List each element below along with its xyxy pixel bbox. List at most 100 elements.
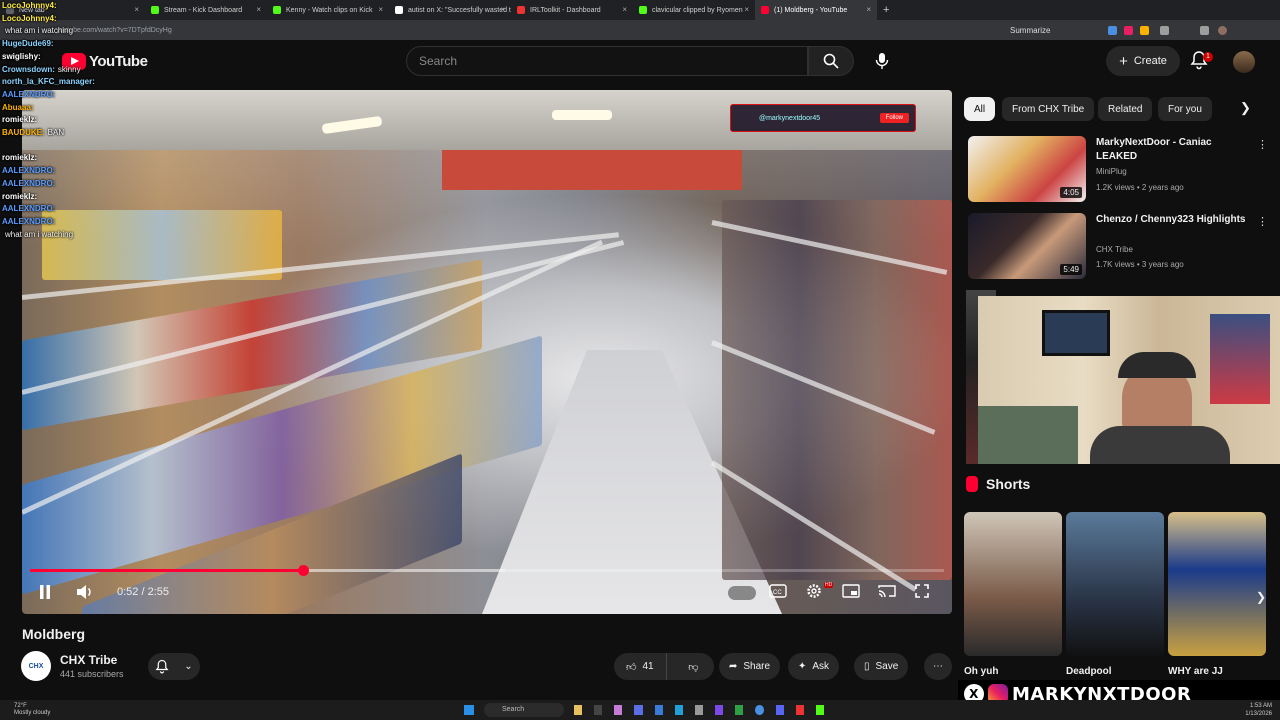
extension-icon[interactable] <box>1200 26 1209 35</box>
tiktok-overlay: @markynextdoor45 Follow <box>730 104 916 132</box>
file-explorer-icon[interactable] <box>574 705 583 715</box>
video-duration: 5:49 <box>1060 264 1082 275</box>
ask-label: Ask <box>812 661 830 672</box>
share-label: Share <box>743 661 771 672</box>
chat-message: AALEXNDRO: <box>2 203 202 216</box>
app-icon[interactable] <box>735 705 744 715</box>
subscription-bell-button[interactable]: ⌄ <box>148 653 200 680</box>
video-title-link[interactable]: MarkyNextDoor - Caniac LEAKED <box>1096 136 1246 164</box>
short-title[interactable]: Oh yuh <box>964 666 998 677</box>
chevron-right-icon[interactable]: ❯ <box>1240 100 1251 116</box>
close-tab-icon[interactable]: × <box>378 5 383 14</box>
filter-chip[interactable]: All <box>964 97 996 121</box>
settings-button[interactable] <box>806 583 822 602</box>
video-thumbnail[interactable]: 4:05 <box>968 136 1086 202</box>
channel-avatar[interactable]: CHX <box>21 651 51 681</box>
volume-button[interactable] <box>76 584 94 603</box>
chat-username: Crownsdown: <box>2 64 55 74</box>
more-actions-button[interactable]: ⋯ <box>924 653 952 680</box>
windows-start-icon[interactable] <box>464 705 474 715</box>
filter-chip[interactable]: For you <box>1158 97 1212 121</box>
account-avatar[interactable] <box>1233 51 1255 73</box>
app-icon[interactable] <box>634 705 643 715</box>
ask-button[interactable]: ✦ Ask <box>788 653 840 680</box>
search-icon <box>823 53 839 69</box>
shorts-icon <box>966 476 978 492</box>
autoplay-toggle[interactable] <box>728 586 756 600</box>
like-button[interactable]: 👍︎ 41 <box>614 653 667 680</box>
channel-name[interactable]: CHX Tribe <box>60 653 117 667</box>
filter-chip[interactable]: From CHX Tribe <box>1002 97 1095 121</box>
profile-icon[interactable] <box>1218 26 1227 35</box>
video-channel[interactable]: MiniPlug <box>1096 167 1127 176</box>
extension-icon[interactable] <box>1124 26 1133 35</box>
extension-icon[interactable] <box>1108 26 1117 35</box>
weather-widget[interactable]: 72°F Mostly cloudy <box>14 703 50 717</box>
kick-icon[interactable] <box>815 705 825 715</box>
current-time: 0:52 <box>117 586 139 598</box>
browser-tab[interactable]: IRLToolkit - Dashboard × <box>511 0 633 20</box>
app-icon[interactable] <box>614 705 623 715</box>
desk-items <box>978 406 1078 464</box>
discord-icon[interactable] <box>775 705 784 715</box>
browser-tab[interactable]: clavicular clipped by Ryomen × <box>633 0 755 20</box>
miniplayer-button[interactable] <box>842 584 860 601</box>
close-tab-icon[interactable]: × <box>744 5 749 14</box>
close-tab-icon[interactable]: × <box>500 5 505 14</box>
short-thumbnail[interactable] <box>1168 512 1266 656</box>
app-icon[interactable] <box>654 705 663 715</box>
captions-button[interactable]: CC <box>769 584 787 601</box>
extension-icon[interactable] <box>1140 26 1149 35</box>
more-vert-icon[interactable]: ⋮ <box>1257 215 1268 228</box>
cast-button[interactable] <box>878 584 896 601</box>
edge-icon[interactable] <box>674 705 683 715</box>
chevron-right-icon[interactable]: ❯ <box>1256 590 1266 604</box>
played-bar <box>30 569 304 572</box>
app-icon[interactable] <box>795 705 804 715</box>
app-icon[interactable] <box>715 705 724 715</box>
browser-tab[interactable]: Kenny - Watch clips on Kick × <box>267 0 389 20</box>
short-title[interactable]: WHY are JJ <box>1168 666 1223 677</box>
video-thumbnail[interactable]: 5:49 <box>968 213 1086 279</box>
fullscreen-button[interactable] <box>915 584 929 601</box>
chrome-icon[interactable] <box>755 705 764 715</box>
browser-tab[interactable]: autist on X: "Succesfully wasted th × <box>389 0 511 20</box>
taskbar-search[interactable]: Search <box>484 703 564 717</box>
short-thumbnail[interactable] <box>1066 512 1164 656</box>
save-button[interactable]: ▯ Save <box>854 653 909 680</box>
filter-chip[interactable]: Related <box>1098 97 1153 121</box>
chat-message: BAUDUKE: BAN <box>2 127 202 140</box>
tab-favicon-icon <box>517 6 525 14</box>
cast-icon <box>878 585 896 598</box>
video-title-link[interactable]: Chenzo / Chenny323 Highlights <box>1096 213 1246 227</box>
dislike-button[interactable]: 👎︎ <box>673 653 714 680</box>
app-icon[interactable] <box>594 705 603 715</box>
chat-username: Abuaaa: <box>2 102 34 112</box>
extension-icon[interactable] <box>1160 26 1169 35</box>
video-channel[interactable]: CHX Tribe <box>1096 245 1133 254</box>
share-button[interactable]: ➦ Share <box>719 653 781 680</box>
tab-label: clavicular clipped by Ryomen <box>652 6 743 14</box>
chat-username: AALEXNDRO: <box>2 166 56 176</box>
search-button[interactable] <box>808 46 854 76</box>
pause-button[interactable] <box>38 584 52 603</box>
system-clock[interactable]: 1:53 AM 1/13/2026 <box>1245 702 1272 718</box>
chat-message: romieklz: <box>2 114 202 127</box>
headphones <box>1118 352 1196 378</box>
close-tab-icon[interactable]: × <box>256 5 261 14</box>
more-vert-icon[interactable]: ⋮ <box>1257 138 1268 151</box>
app-icon[interactable] <box>694 705 704 715</box>
search-input[interactable]: Search <box>406 46 808 76</box>
chat-message: swiglishy: <box>2 51 202 64</box>
summarize-button[interactable]: Summarize <box>1010 26 1050 35</box>
create-button[interactable]: + Create <box>1106 46 1180 76</box>
chat-message: romieklz: <box>2 191 202 204</box>
voice-search-button[interactable] <box>866 46 897 76</box>
video-progress-bar[interactable] <box>30 565 944 576</box>
close-tab-icon[interactable]: × <box>622 5 627 14</box>
browser-tab[interactable]: (1) Moldberg - YouTube × <box>755 0 877 20</box>
new-tab-button[interactable]: + <box>883 4 889 16</box>
short-title[interactable]: Deadpool <box>1066 666 1112 677</box>
close-tab-icon[interactable]: × <box>866 5 871 14</box>
short-thumbnail[interactable] <box>964 512 1062 656</box>
